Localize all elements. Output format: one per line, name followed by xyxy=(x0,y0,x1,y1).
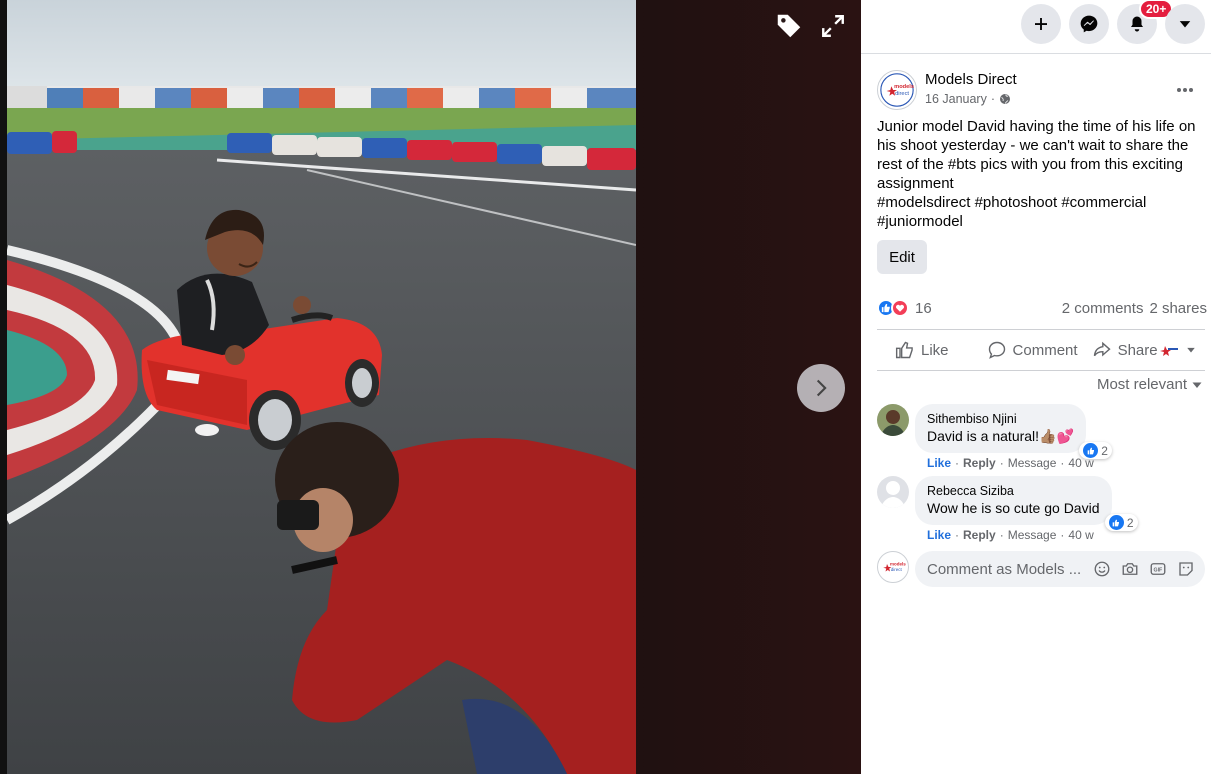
chevron-right-icon xyxy=(816,379,827,397)
account-menu-button[interactable] xyxy=(1165,4,1205,44)
post-photo xyxy=(7,0,636,774)
camera-icon[interactable] xyxy=(1121,560,1139,578)
comment-reaction-count: 2 xyxy=(1101,443,1108,458)
globe-icon xyxy=(1000,94,1011,104)
comment-icon xyxy=(988,341,1005,359)
post-action-bar: Like Comment Share xyxy=(877,329,1205,371)
sticker-icon[interactable] xyxy=(1177,560,1195,578)
like-label: Like xyxy=(921,341,949,359)
share-label: Share xyxy=(1117,341,1158,359)
next-photo-button[interactable] xyxy=(797,364,845,412)
page-avatar[interactable]: models direct xyxy=(877,70,917,110)
comment-button[interactable]: Comment xyxy=(987,340,1078,360)
comment-author[interactable]: Rebecca Siziba xyxy=(927,483,1100,499)
composer-avatar: models direct xyxy=(877,551,909,583)
comment-actions: Like · Reply · Message · 40 w xyxy=(927,456,1094,470)
comment-input-tools: GIF xyxy=(1093,560,1195,578)
comment-text: Wow he is so cute go David xyxy=(927,500,1100,516)
tag-photo-button[interactable] xyxy=(769,6,809,46)
post-date[interactable]: 16 January xyxy=(925,92,987,106)
caret-down-icon xyxy=(1192,382,1202,388)
post-meta: 16 January · xyxy=(925,92,1011,106)
post-text: Junior model David having the time of hi… xyxy=(877,117,1207,231)
post-header: models direct Models Direct 16 January · xyxy=(877,70,1207,112)
comment-sort-dropdown[interactable]: Most relevant xyxy=(1097,376,1203,393)
like-reaction-icon xyxy=(1108,515,1124,530)
post-options-button[interactable] xyxy=(1171,76,1199,104)
hashtag-commercial[interactable]: #commercial xyxy=(1061,194,1146,211)
comment-composer: models direct Comment as Models ... GIF xyxy=(877,551,1207,587)
comment-reactions[interactable]: 2 xyxy=(1104,514,1138,531)
page-name[interactable]: Models Direct xyxy=(925,71,1017,88)
commenter-avatar[interactable] xyxy=(877,476,909,508)
fullscreen-button[interactable] xyxy=(813,6,853,46)
engagement-counts: 2 comments 2 shares xyxy=(1062,300,1207,317)
svg-text:GIF: GIF xyxy=(1154,568,1164,574)
love-reaction-icon xyxy=(891,299,909,317)
comment-reply-link[interactable]: Reply xyxy=(963,456,996,470)
more-horizontal-icon xyxy=(1177,88,1193,92)
emoji-icon[interactable] xyxy=(1093,560,1111,578)
page-identity-icon xyxy=(1159,346,1178,356)
post-panel: 20+ models direct Models Direct 16 Janua… xyxy=(861,0,1211,774)
top-bar: 20+ xyxy=(861,0,1211,54)
svg-text:models: models xyxy=(894,84,914,90)
comment-message-link[interactable]: Message xyxy=(1008,456,1057,470)
expand-icon xyxy=(822,15,844,37)
share-button[interactable]: Share xyxy=(1092,340,1158,360)
hashtag-modelsdirect[interactable]: #modelsdirect xyxy=(877,194,970,211)
models-direct-logo: models direct xyxy=(880,73,914,107)
like-button[interactable]: Like xyxy=(895,340,949,360)
sort-label: Most relevant xyxy=(1096,376,1187,393)
shares-count[interactable]: 2 shares xyxy=(1149,300,1207,317)
messenger-button[interactable] xyxy=(1069,4,1109,44)
commenter-avatar[interactable] xyxy=(877,404,909,436)
photo-viewer xyxy=(0,0,861,774)
comment-actions: Like · Reply · Message · 40 w xyxy=(927,528,1094,542)
edit-post-button[interactable]: Edit xyxy=(877,240,927,274)
notifications-button[interactable]: 20+ xyxy=(1117,0,1174,44)
comment-bubble: Sithembiso Njini David is a natural!👍🏽💕 … xyxy=(915,404,1112,459)
share-icon xyxy=(1093,341,1111,357)
comment-label: Comment xyxy=(1012,341,1078,359)
create-button[interactable] xyxy=(1021,4,1061,44)
comment-reaction-count: 2 xyxy=(1126,515,1134,530)
caret-down-icon xyxy=(1186,347,1195,353)
tag-icon xyxy=(777,14,801,38)
hashtag-photoshoot[interactable]: #photoshoot xyxy=(975,194,1058,211)
comment-timestamp[interactable]: 40 w xyxy=(1068,528,1093,542)
hashtag-bts[interactable]: #bts xyxy=(948,156,976,173)
svg-text:direct: direct xyxy=(895,91,909,97)
meta-separator: · xyxy=(990,92,996,106)
reaction-icons[interactable] xyxy=(877,299,909,317)
hashtag-juniormodel[interactable]: #juniormodel xyxy=(877,213,963,230)
post-as-selector[interactable] xyxy=(1158,342,1196,358)
comment-reply-link[interactable]: Reply xyxy=(963,528,996,542)
comments-count[interactable]: 2 comments xyxy=(1062,300,1144,317)
thumbs-up-icon xyxy=(895,341,913,359)
caret-down-icon xyxy=(1179,21,1191,28)
svg-text:direct: direct xyxy=(891,567,903,572)
messenger-icon xyxy=(1080,15,1098,33)
gif-icon[interactable]: GIF xyxy=(1149,560,1167,578)
comment-like-link[interactable]: Like xyxy=(927,456,951,470)
reaction-count[interactable]: 16 xyxy=(915,300,932,317)
svg-text:models: models xyxy=(890,562,906,567)
comment-message-link[interactable]: Message xyxy=(1008,528,1057,542)
comment-bubble: Rebecca Siziba Wow he is so cute go Davi… xyxy=(915,476,1138,531)
comment-author[interactable]: Sithembiso Njini xyxy=(927,411,1074,427)
comment-text: David is a natural!👍🏽💕 xyxy=(927,428,1074,444)
comment-timestamp[interactable]: 40 w xyxy=(1068,456,1093,470)
plus-icon xyxy=(1035,18,1047,30)
comment-like-link[interactable]: Like xyxy=(927,528,951,542)
photo-illustration xyxy=(7,0,636,774)
reactions-summary: 16 2 comments 2 shares xyxy=(877,296,1207,320)
